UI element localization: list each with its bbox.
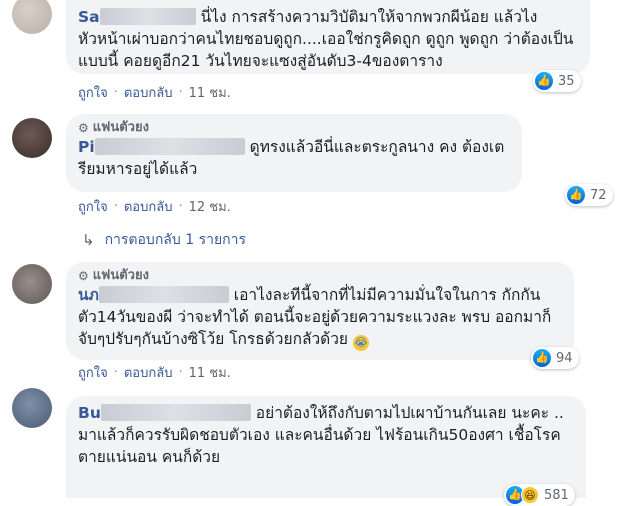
- like-link[interactable]: ถูกใจ: [78, 82, 108, 103]
- separator: ·: [178, 199, 183, 214]
- commenter-name[interactable]: Bu: [78, 404, 251, 422]
- reply-link[interactable]: ตอบกลับ: [124, 82, 173, 103]
- commenter-name[interactable]: Sa: [78, 8, 196, 26]
- fan-badge: ⚙ แฟนตัวยง: [78, 268, 562, 284]
- commenter-name[interactable]: นภ: [78, 286, 229, 304]
- thumbs-up-icon: 👍: [535, 72, 553, 90]
- redacted-name: [99, 8, 196, 25]
- reply-arrow-icon: ↳: [82, 231, 95, 249]
- like-link[interactable]: ถูกใจ: [78, 362, 108, 383]
- like-link[interactable]: ถูกใจ: [78, 196, 108, 217]
- thumbs-up-icon: 👍: [533, 349, 551, 367]
- fan-badge-label: แฟนตัวยง: [92, 268, 149, 283]
- reaction-count: 581: [544, 487, 569, 503]
- comment-actions: ถูกใจ · ตอบกลับ · 11 ชม.: [78, 362, 231, 383]
- redacted-name: [98, 286, 229, 303]
- timestamp[interactable]: 12 ชม.: [189, 196, 231, 217]
- comment-bubble: Sa นี่ไง การสร้างความวิบัติมาให้จากพวกผี…: [66, 0, 590, 74]
- avatar[interactable]: [12, 264, 52, 304]
- separator: ·: [113, 85, 118, 100]
- reaction-count: 72: [590, 187, 607, 203]
- separator: ·: [113, 365, 118, 380]
- fan-badge-icon: ⚙: [78, 121, 89, 135]
- separator: ·: [178, 365, 183, 380]
- reaction-summary[interactable]: 👍 72: [565, 184, 613, 206]
- reaction-count: 94: [556, 350, 573, 366]
- avatar[interactable]: [12, 0, 52, 34]
- haha-icon: 😆: [521, 486, 539, 504]
- commenter-name[interactable]: Pi: [78, 138, 245, 156]
- avatar[interactable]: [12, 388, 52, 428]
- fan-badge-label: แฟนตัวยง: [92, 120, 149, 135]
- replies-count-label[interactable]: การตอบกลับ 1 รายการ: [105, 229, 246, 251]
- timestamp[interactable]: 11 ชม.: [189, 82, 231, 103]
- reaction-summary[interactable]: 👍 94: [531, 347, 579, 369]
- fan-badge: ⚙ แฟนตัวยง: [78, 120, 510, 136]
- redacted-name: [94, 138, 245, 155]
- separator: ·: [178, 85, 183, 100]
- comment-bubble: ⚙ แฟนตัวยง Pi ดูทรงแล้วอีนี่และตระกูลนาง…: [66, 114, 522, 192]
- comment-bubble: Bu อย่าต้องให้ถึงกับตามไปเผาบ้านกันเลย น…: [66, 396, 586, 498]
- thumbs-up-icon: 👍: [567, 186, 585, 204]
- comment-bubble: ⚙ แฟนตัวยง นภ เอาไงละทีนี้จากที่ไม่มีควา…: [66, 262, 574, 360]
- reaction-count: 35: [558, 73, 575, 89]
- reaction-summary[interactable]: 👍 😆 581: [504, 484, 575, 506]
- comment-actions: ถูกใจ · ตอบกลับ · 11 ชม.: [78, 82, 231, 103]
- separator: ·: [113, 199, 118, 214]
- redacted-name: [100, 404, 251, 421]
- avatar[interactable]: [12, 118, 52, 158]
- comment-actions: ถูกใจ · ตอบกลับ · 12 ชม.: [78, 196, 231, 217]
- fan-badge-icon: ⚙: [78, 269, 89, 283]
- reaction-summary[interactable]: 👍 35: [533, 70, 581, 92]
- view-replies-link[interactable]: ↳ การตอบกลับ 1 รายการ: [82, 229, 246, 251]
- crying-emoji-icon: 😭: [352, 335, 369, 351]
- reply-link[interactable]: ตอบกลับ: [124, 196, 173, 217]
- timestamp[interactable]: 11 ชม.: [189, 362, 231, 383]
- reply-link[interactable]: ตอบกลับ: [124, 362, 173, 383]
